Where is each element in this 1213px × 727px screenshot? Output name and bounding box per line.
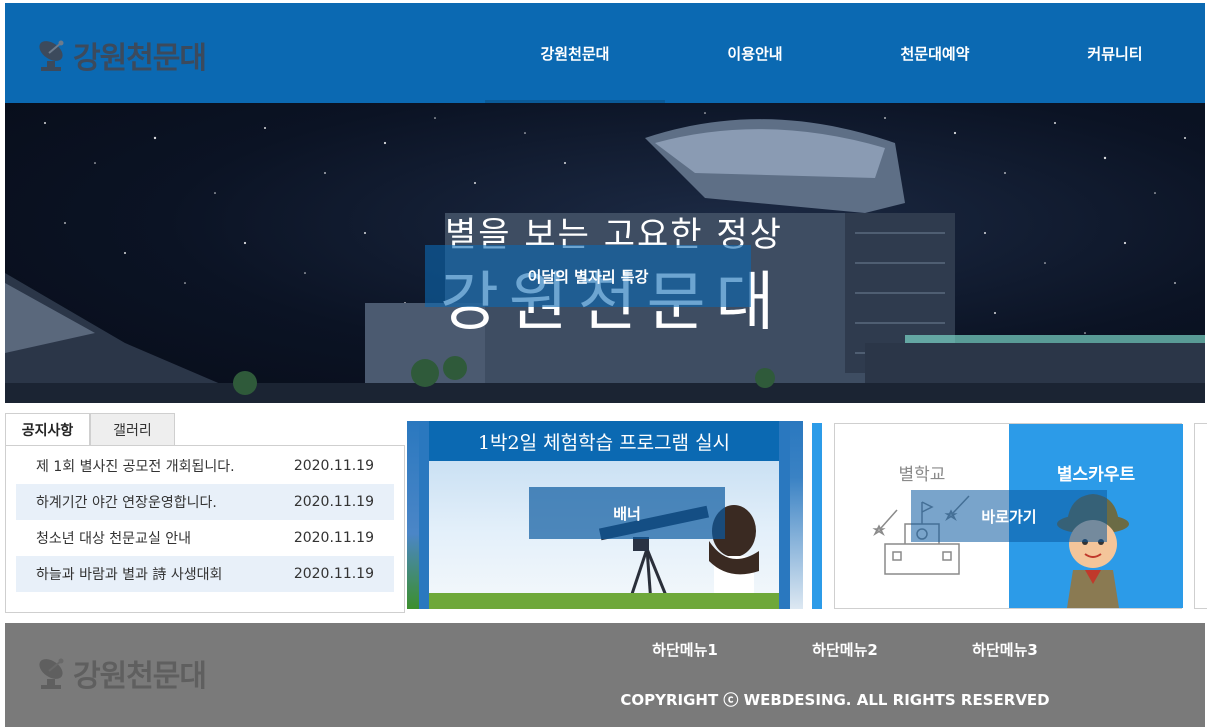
logo[interactable]: 강원천문대 — [35, 33, 207, 77]
footer-menu-3[interactable]: 하단메뉴3 — [925, 639, 1085, 660]
program-banner[interactable]: 1박2일 체험학습 프로그램 실시 배너 — [407, 421, 803, 609]
notice-panel: 제 1회 별사진 공모전 개회됩니다. 2020.11.19 하계기간 야간 연… — [5, 445, 405, 613]
site-header: 강원천문대 강원천문대 이용안내 천문대예약 커뮤니티 — [5, 3, 1205, 103]
notice-item[interactable]: 청소년 대상 천문교실 안내 2020.11.19 — [16, 520, 394, 556]
hero-banner: 별을 보는 고요한 정상 강원천문대 이달의 별자리 특강 — [5, 103, 1205, 403]
notice-item[interactable]: 하늘과 바람과 별과 詩 사생대회 2020.11.19 — [16, 556, 394, 592]
notice-tabs: 공지사항 갤러리 — [5, 413, 405, 446]
nav-item-guide[interactable]: 이용안내 — [665, 3, 845, 103]
page: 강원천문대 강원천문대 이용안내 천문대예약 커뮤니티 별을 보는 고요한 정상… — [0, 0, 1213, 727]
footer-menu-2[interactable]: 하단메뉴2 — [765, 639, 925, 660]
quick-links: 별학교 별스카우트 바로가기 — [812, 421, 1207, 611]
nav-item-community[interactable]: 커뮤니티 — [1025, 3, 1205, 103]
nav-item-observatory[interactable]: 강원천문대 — [485, 3, 665, 103]
notice-item[interactable]: 하계기간 야간 연장운영합니다. 2020.11.19 — [16, 484, 394, 520]
footer-menu-1[interactable]: 하단메뉴1 — [605, 639, 765, 660]
notice-title: 제 1회 별사진 공모전 개회됩니다. — [36, 459, 235, 475]
copyright-text: COPYRIGHT ⓒ WEBDESING. ALL RIGHTS RESERV… — [620, 691, 1050, 709]
hero-caption[interactable]: 이달의 별자리 특강 — [425, 245, 751, 307]
notice-date: 2020.11.19 — [293, 530, 374, 546]
notice-date: 2020.11.19 — [293, 494, 374, 510]
notice-title: 청소년 대상 천문교실 안내 — [36, 531, 192, 547]
footer-menu: 하단메뉴1 하단메뉴2 하단메뉴3 — [605, 639, 1085, 660]
notice-title: 하늘과 바람과 별과 詩 사생대회 — [36, 567, 223, 583]
banner-label[interactable]: 배너 — [529, 487, 725, 539]
notice-title: 하계기간 야간 연장운영합니다. — [36, 495, 217, 511]
tab-gallery[interactable]: 갤러리 — [90, 413, 175, 446]
footer-logo: 강원천문대 — [35, 651, 207, 695]
notice-board: 공지사항 갤러리 제 1회 별사진 공모전 개회됩니다. 2020.11.19 … — [5, 413, 405, 613]
quick-slide-edge — [1194, 423, 1207, 609]
notice-item[interactable]: 제 1회 별사진 공모전 개회됩니다. 2020.11.19 — [16, 448, 394, 484]
quick-edge-strip — [812, 423, 822, 609]
main-nav: 강원천문대 이용안내 천문대예약 커뮤니티 — [485, 3, 1205, 103]
banner-slide: 1박2일 체험학습 프로그램 실시 배너 — [429, 421, 779, 609]
banner-slide-edge — [407, 421, 419, 609]
banner-grass — [429, 593, 779, 609]
banner-slide-edge — [790, 421, 803, 609]
nav-item-reservation[interactable]: 천문대예약 — [845, 3, 1025, 103]
notice-date: 2020.11.19 — [293, 458, 374, 474]
telescope-dish-icon — [39, 40, 64, 71]
footer-logo-text: 강원천문대 — [73, 659, 207, 694]
quick-card: 별학교 별스카우트 바로가기 — [834, 423, 1183, 609]
site-footer: 강원천문대 하단메뉴1 하단메뉴2 하단메뉴3 COPYRIGHT ⓒ WEBD… — [5, 623, 1205, 727]
tab-notice[interactable]: 공지사항 — [5, 413, 90, 446]
logo-text: 강원천문대 — [73, 41, 207, 76]
telescope-dish-icon — [39, 658, 64, 689]
notice-list: 제 1회 별사진 공모전 개회됩니다. 2020.11.19 하계기간 야간 연… — [16, 448, 394, 592]
go-button[interactable]: 바로가기 — [911, 490, 1107, 542]
notice-date: 2020.11.19 — [293, 566, 374, 582]
